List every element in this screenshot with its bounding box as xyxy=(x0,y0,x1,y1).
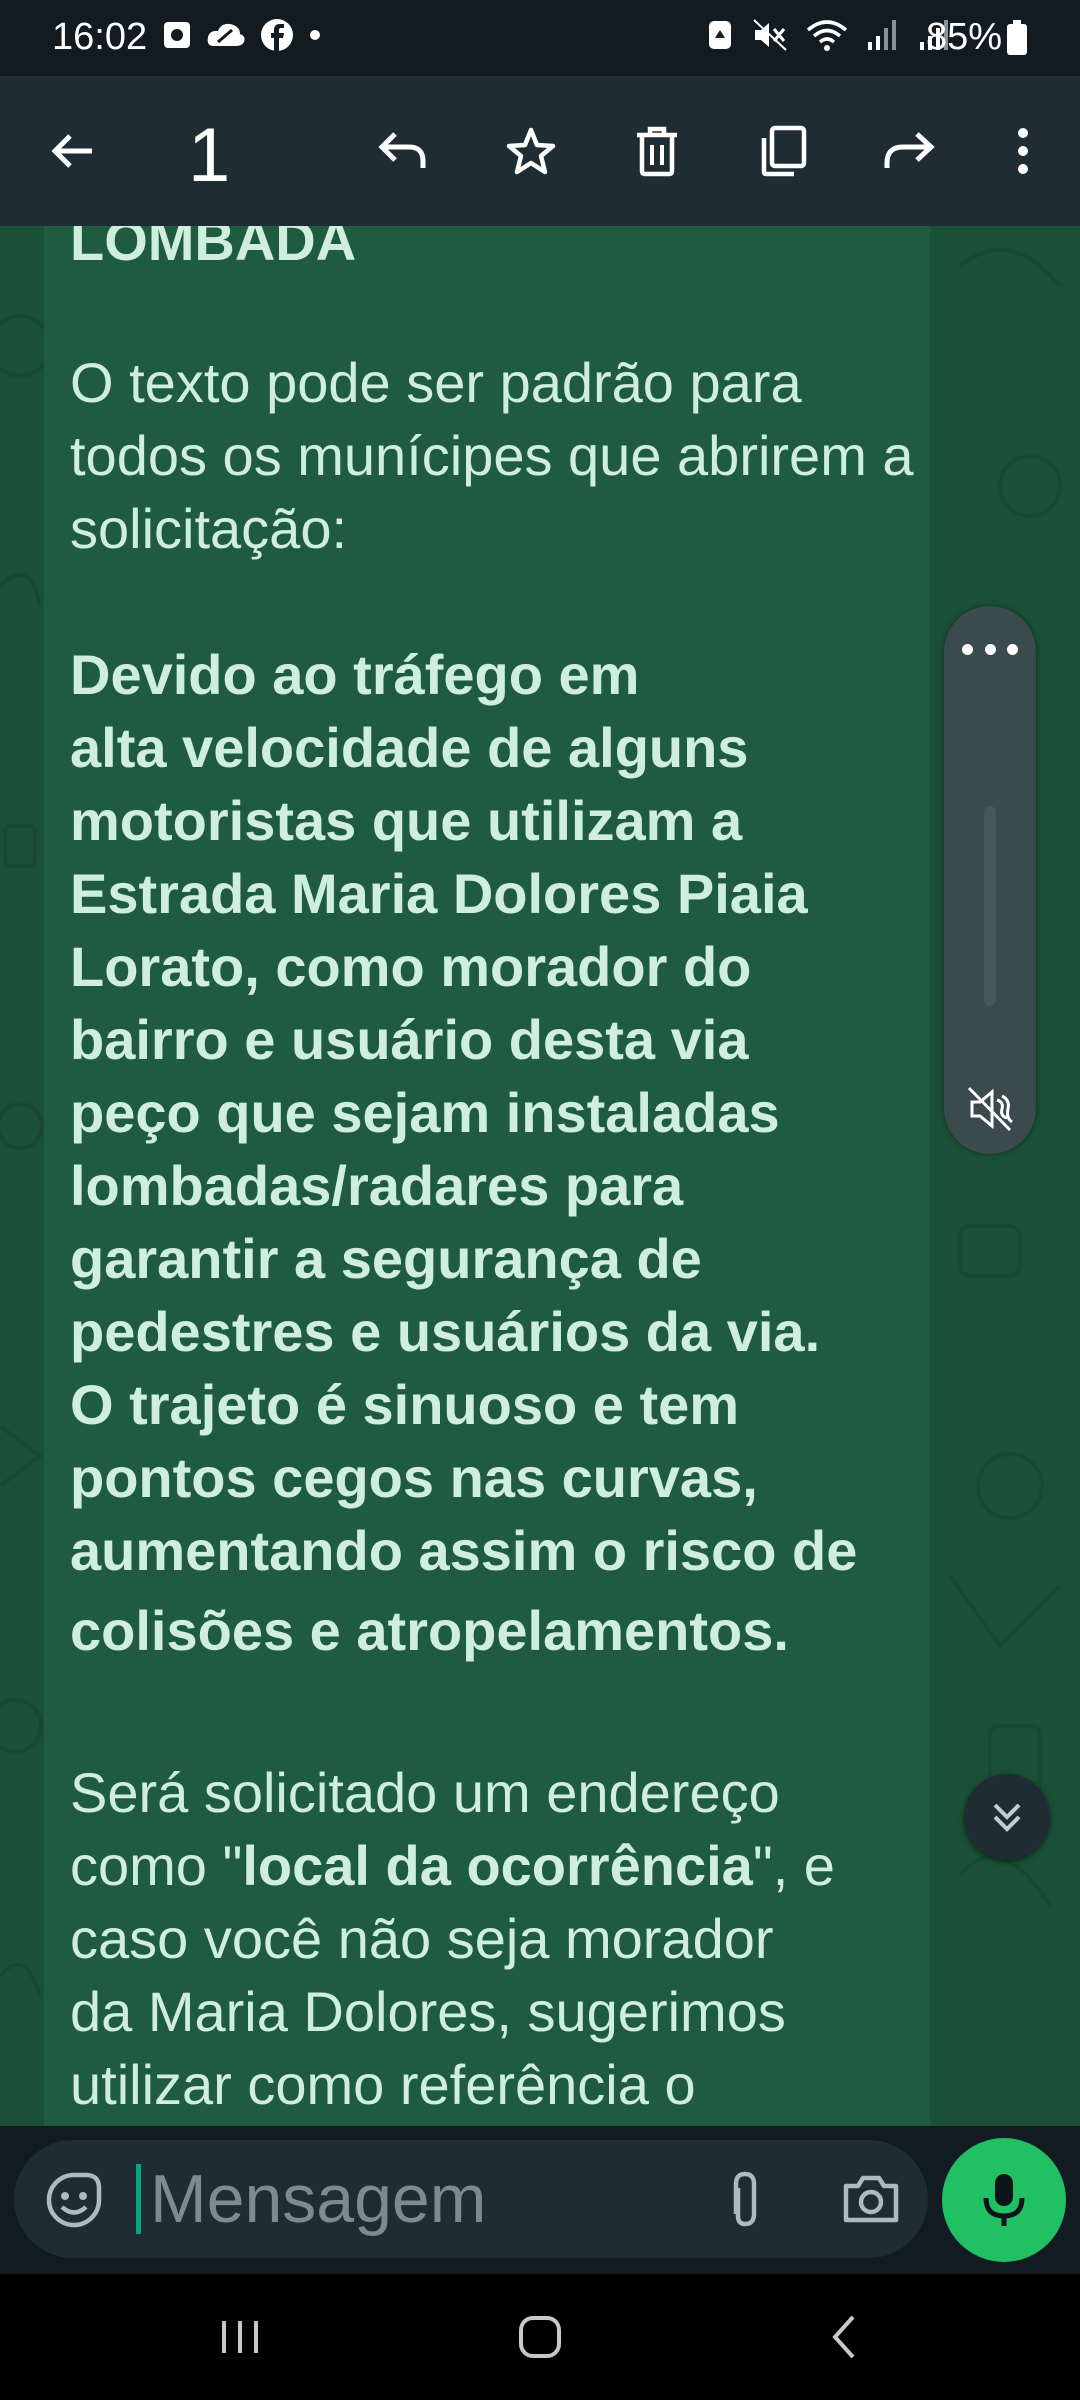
status-right-icons xyxy=(706,18,952,52)
chat-area[interactable]: LOMBADA O texto pode ser padrão para tod… xyxy=(0,226,1080,2126)
message-bold-line: O trajeto é sinuoso e tem xyxy=(70,1373,740,1436)
message-bold-line: pontos cegos nas curvas, xyxy=(70,1446,758,1509)
volume-slider[interactable] xyxy=(984,806,996,1006)
volume-panel[interactable] xyxy=(944,606,1036,1154)
star-icon[interactable] xyxy=(496,116,566,186)
message-bold-line: alta velocidade de alguns xyxy=(70,716,749,779)
message-bold-line: pedestres e usuários da via. xyxy=(70,1300,821,1363)
message-bold-line: colisões e atropelamentos. xyxy=(70,1599,789,1662)
selected-count: 1 xyxy=(188,113,231,198)
copy-icon[interactable] xyxy=(748,116,818,186)
message-bold-phrase: local da ocorrência xyxy=(242,1834,753,1897)
scroll-to-bottom-button[interactable] xyxy=(964,1774,1050,1860)
message-bold-line: garantir a segurança de xyxy=(70,1227,702,1290)
cloud-icon xyxy=(207,23,245,46)
forward-icon[interactable] xyxy=(874,116,944,186)
voice-message-button[interactable] xyxy=(942,2138,1066,2262)
reply-icon[interactable] xyxy=(368,116,438,186)
volume-mute-icon[interactable] xyxy=(966,1084,1016,1134)
facebook-icon xyxy=(261,19,293,51)
double-chevron-down-icon xyxy=(993,1803,1021,1832)
message-bubble[interactable]: LOMBADA O texto pode ser padrão para tod… xyxy=(44,226,930,2126)
message-intro: O texto pode ser padrão para todos os mu… xyxy=(70,351,914,560)
back-icon[interactable] xyxy=(804,2304,884,2370)
status-left-icons xyxy=(162,18,322,52)
microphone-icon xyxy=(983,2174,1025,2226)
status-bar: 16:02 85% xyxy=(0,0,1080,76)
screen: 16:02 85% 1 LOMBADA O texto pode ser pad… xyxy=(0,0,1080,2400)
battery-percent: 85% xyxy=(926,16,1003,58)
signal-icon xyxy=(868,20,896,50)
delete-icon[interactable] xyxy=(622,116,692,186)
status-time: 16:02 xyxy=(52,16,148,58)
more-options-icon[interactable] xyxy=(988,116,1058,186)
message-bold-line: lombadas/radares para xyxy=(70,1154,684,1217)
message-outro-line: Será solicitado um endereço xyxy=(70,1761,780,1824)
message-outro-line: utilizar como referência o xyxy=(70,2053,696,2116)
more-horizontal-icon[interactable] xyxy=(962,634,1018,664)
attach-icon[interactable] xyxy=(714,2168,776,2230)
emoji-icon[interactable] xyxy=(44,2170,104,2230)
message-outro-line: caso você não seja morador xyxy=(70,1907,774,1970)
message-composer[interactable] xyxy=(14,2140,928,2258)
message-bold-line: aumentando assim o risco de xyxy=(70,1519,858,1582)
message-bold-line: bairro e usuário desta via xyxy=(70,1008,749,1071)
message-bold-line: motoristas que utilizam a xyxy=(70,789,743,852)
back-arrow-icon[interactable] xyxy=(38,116,108,186)
square-app-icon xyxy=(164,22,190,48)
dot-icon xyxy=(310,30,320,40)
home-icon[interactable] xyxy=(500,2304,580,2370)
message-heading-fragment: LOMBADA xyxy=(70,226,357,272)
selection-toolbar: 1 xyxy=(0,76,1080,226)
wifi-icon xyxy=(806,20,848,51)
message-bold-line: Estrada Maria Dolores Piaia xyxy=(70,862,808,925)
message-bold-line: Lorato, como morador do xyxy=(70,935,752,998)
message-input[interactable] xyxy=(150,2158,690,2240)
message-outro-line: como "local da ocorrência", e xyxy=(70,1834,835,1897)
message-outro-line: da Maria Dolores, sugerimos xyxy=(70,1980,786,2043)
battery-icon xyxy=(1007,20,1027,55)
recent-apps-icon[interactable] xyxy=(200,2304,280,2370)
message-bold-line: Devido ao tráfego em xyxy=(70,643,640,706)
message-bold-line: peço que sejam instaladas xyxy=(70,1081,780,1144)
camera-icon[interactable] xyxy=(840,2168,902,2230)
mute-icon xyxy=(753,19,787,51)
recycle-icon xyxy=(709,21,731,49)
text-cursor xyxy=(136,2164,141,2234)
system-nav-bar xyxy=(0,2274,1080,2400)
